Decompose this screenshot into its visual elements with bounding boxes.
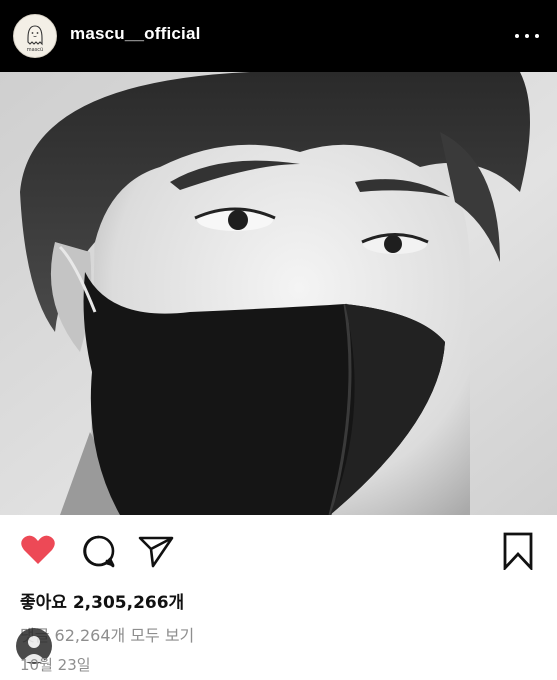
post-header: mascü mascu__official [0, 0, 557, 72]
more-options-button[interactable] [515, 26, 539, 46]
post-date: 10월 23일 [20, 656, 91, 674]
comment-button[interactable] [82, 534, 116, 572]
bookmark-icon [503, 532, 533, 572]
more-dot [535, 34, 539, 38]
share-button[interactable] [138, 534, 174, 572]
paper-plane-icon [138, 536, 174, 568]
mascu-logo-icon: mascü [27, 25, 43, 53]
post-photo-graphic [0, 72, 557, 515]
more-dot [515, 34, 519, 38]
heart-filled-icon [21, 535, 55, 564]
avatar-logo-text: mascü [27, 47, 43, 53]
save-button[interactable] [502, 532, 534, 574]
profile-avatar[interactable]: mascü [13, 14, 57, 58]
post-photo[interactable] [0, 72, 557, 515]
comment-icon [83, 535, 115, 568]
like-button[interactable] [20, 534, 56, 570]
likes-count[interactable]: 좋아요 2,305,266개 [20, 588, 184, 613]
post-username[interactable]: mascu__official [70, 24, 201, 44]
more-dot [525, 34, 529, 38]
post-action-bar [0, 515, 557, 585]
